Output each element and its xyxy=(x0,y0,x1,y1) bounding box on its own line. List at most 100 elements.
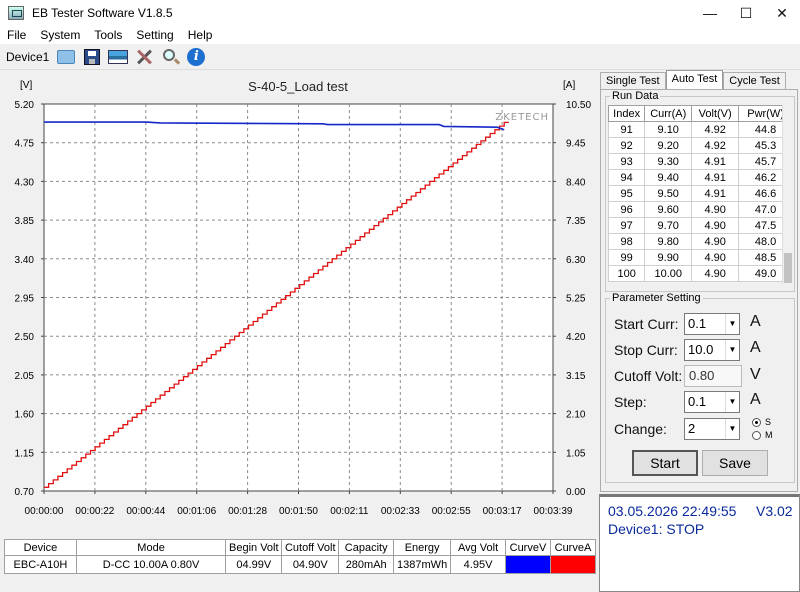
table-row[interactable]: 92 9.20 4.92 45.3 xyxy=(607,137,792,154)
start-button[interactable]: Start xyxy=(632,450,698,476)
y-tick-label-left: 4.75 xyxy=(15,139,35,150)
search-button[interactable] xyxy=(159,46,181,68)
y-tick-label-left: 3.40 xyxy=(15,255,35,266)
table-row[interactable]: EBC-A10H D-CC 10.00A 0.80V 04.99V 04.90V… xyxy=(4,555,597,574)
y-tick-label-right: 4.20 xyxy=(566,332,586,343)
y-tick-label-right: 10.50 xyxy=(566,100,591,111)
table-row[interactable]: 96 9.60 4.90 47.0 xyxy=(607,201,792,218)
table-row[interactable]: 99 9.90 4.90 48.5 xyxy=(607,249,792,266)
info-mode: D-CC 10.00A 0.80V xyxy=(75,555,227,574)
radio-m[interactable]: M xyxy=(752,430,773,440)
info-icon: i xyxy=(187,47,206,66)
maximize-button[interactable]: ☐ xyxy=(728,0,764,26)
right-panel: Single Test Auto Test Cycle Test Run Dat… xyxy=(598,70,800,492)
run-data-cell: 4.90 xyxy=(691,249,740,266)
run-data-cell: 94 xyxy=(607,169,646,186)
curve-v-color-swatch[interactable] xyxy=(505,555,551,574)
table-row[interactable]: 95 9.50 4.91 46.6 xyxy=(607,185,792,202)
run-data-cell: 4.92 xyxy=(691,121,740,138)
info-header: Device xyxy=(4,539,77,556)
y-axis-label-left: [V] xyxy=(20,80,32,91)
table-row[interactable]: 100 10.00 4.90 49.0 xyxy=(607,265,792,282)
run-data-cell: 9.10 xyxy=(644,121,693,138)
start-curr-select[interactable]: 0.1 ▼ xyxy=(684,313,740,335)
y-axis-label-right: [A] xyxy=(563,80,575,91)
info-header: CurveA xyxy=(549,539,597,556)
menu-setting[interactable]: Setting xyxy=(129,28,180,42)
curve-a-color-swatch[interactable] xyxy=(549,555,597,574)
device-label: Device1 xyxy=(6,49,50,64)
y-tick-label-right: 8.40 xyxy=(566,177,586,188)
close-button[interactable]: ✕ xyxy=(764,0,800,26)
toolbar: Device1 i xyxy=(0,44,800,70)
chart-title: S-40-5_Load test xyxy=(248,79,348,94)
tab-auto-test[interactable]: Auto Test xyxy=(665,70,724,90)
start-curr-label: Start Curr: xyxy=(614,316,679,332)
tab-single-test[interactable]: Single Test xyxy=(600,72,666,90)
change-select[interactable]: 2 ▼ xyxy=(684,418,740,440)
info-energy: 1387mWh xyxy=(393,555,452,574)
tools-button[interactable] xyxy=(133,46,155,68)
radio-s-dot[interactable] xyxy=(752,417,761,427)
stop-curr-value: 10.0 xyxy=(688,342,714,357)
run-data-cell: 98 xyxy=(607,233,646,250)
tools-icon xyxy=(135,48,153,66)
y-tick-label-right: 5.25 xyxy=(566,294,586,305)
run-data-scrollbar[interactable] xyxy=(782,105,792,284)
info-button[interactable]: i xyxy=(185,46,207,68)
run-data-cell: 99 xyxy=(607,249,646,266)
y-tick-label-left: 2.50 xyxy=(15,332,35,343)
run-header: Curr(A) xyxy=(644,105,693,122)
radio-s[interactable]: S xyxy=(752,417,771,427)
run-data-table: Index Curr(A) Volt(V) Pwr(W) 91 9.10 4.92 4… xyxy=(607,105,792,282)
minimize-button[interactable]: — xyxy=(692,0,728,26)
run-data-cell: 4.90 xyxy=(691,233,740,250)
scrollbar-thumb[interactable] xyxy=(784,253,792,283)
run-data-cell: 91 xyxy=(607,121,646,138)
chart: 5.20 10.50 4.75 9.45 4.30 8.40 3.85 7.35 3.40 6.3… xyxy=(15,79,592,517)
chevron-down-icon: ▼ xyxy=(725,314,739,334)
tab-cycle-test[interactable]: Cycle Test xyxy=(723,72,786,90)
run-data-cell: 4.90 xyxy=(691,265,740,282)
table-row[interactable]: 97 9.70 4.90 47.5 xyxy=(607,217,792,234)
info-cutoff-volt: 04.90V xyxy=(281,555,340,574)
y-tick-label-left: 2.05 xyxy=(15,371,35,382)
chart-button[interactable] xyxy=(107,46,129,68)
y-tick-label-right: 9.45 xyxy=(566,139,586,150)
table-row[interactable]: 91 9.10 4.92 44.8 xyxy=(607,121,792,138)
step-value: 0.1 xyxy=(688,394,707,409)
menu-file[interactable]: File xyxy=(0,28,33,42)
x-tick-label: 00:02:55 xyxy=(432,506,471,517)
table-row[interactable]: 93 9.30 4.91 45.7 xyxy=(607,153,792,170)
run-data-cell: 9.90 xyxy=(644,249,693,266)
x-tick-label: 00:02:33 xyxy=(381,506,420,517)
menu-system[interactable]: System xyxy=(33,28,87,42)
menu-bar: File System Tools Setting Help xyxy=(0,26,800,44)
y-tick-label-left: 1.60 xyxy=(15,410,35,421)
table-row[interactable]: 94 9.40 4.91 46.2 xyxy=(607,169,792,186)
save-button[interactable]: Save xyxy=(702,450,768,476)
run-data-cell: 93 xyxy=(607,153,646,170)
radio-m-dot[interactable] xyxy=(752,430,761,440)
x-tick-label: 00:02:11 xyxy=(330,506,369,517)
run-data-cell: 9.20 xyxy=(644,137,693,154)
x-tick-label: 00:03:17 xyxy=(483,506,522,517)
stop-curr-select[interactable]: 10.0 ▼ xyxy=(684,339,740,361)
run-data-cell: 97 xyxy=(607,217,646,234)
table-row[interactable]: 98 9.80 4.90 48.0 xyxy=(607,233,792,250)
menu-help[interactable]: Help xyxy=(181,28,220,42)
run-data-cell: 10.00 xyxy=(644,265,693,282)
status-datetime: 03.05.2026 22:49:55 xyxy=(608,503,737,519)
menu-tools[interactable]: Tools xyxy=(87,28,129,42)
info-header: Mode xyxy=(75,539,227,556)
run-data-cell: 9.30 xyxy=(644,153,693,170)
run-header: Volt(V) xyxy=(691,105,740,122)
step-select[interactable]: 0.1 ▼ xyxy=(684,391,740,413)
watermark: ZKETECH xyxy=(495,112,549,123)
chart-panel: 5.20 10.50 4.75 9.45 4.30 8.40 3.85 7.35 3.40 6.3… xyxy=(0,70,597,536)
stop-curr-label: Stop Curr: xyxy=(614,342,678,358)
cutoff-volt-field[interactable]: 0.80 xyxy=(684,365,742,387)
save-toolbar-button[interactable] xyxy=(81,46,103,68)
app-icon xyxy=(8,6,24,20)
open-button[interactable] xyxy=(55,46,77,68)
